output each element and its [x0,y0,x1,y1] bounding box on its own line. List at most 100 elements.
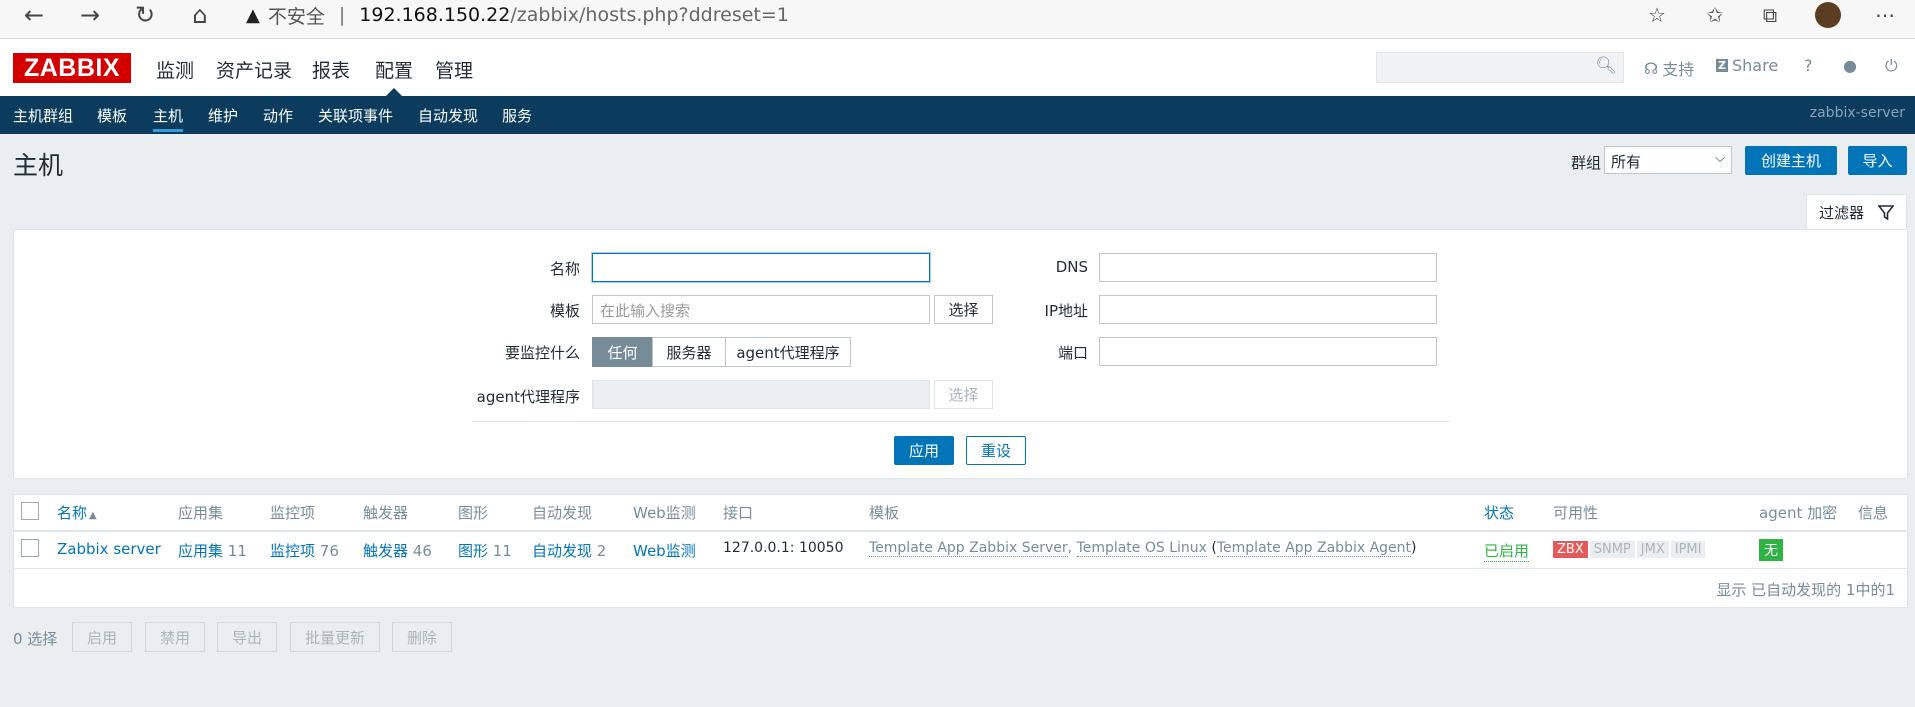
ipmi-badge: IPMI [1670,541,1706,558]
subnav-maintenance[interactable]: 维护 [208,105,238,126]
template-link[interactable]: Template OS Linux [1076,540,1207,557]
monitor-label: 要监控什么 [504,344,580,362]
headset-icon: ☊ [1644,58,1659,78]
applications-link[interactable]: 应用集 [178,542,223,560]
host-name-link[interactable]: Zabbix server [57,540,161,558]
graphs-link[interactable]: 图形 [458,542,488,560]
enable-button[interactable]: 启用 [72,622,132,652]
selected-count: 0 选择 [13,630,58,648]
monitor-any-option[interactable]: 任何 [592,337,653,367]
topnav-reports[interactable]: 报表 [312,56,350,83]
disable-button[interactable]: 禁用 [145,622,205,652]
subnav-actions[interactable]: 动作 [263,105,293,126]
row-divider [13,568,1908,569]
topnav-configuration[interactable]: 配置 [375,56,413,98]
column-header-status[interactable]: 状态 [1484,502,1514,523]
filter-divider [472,421,1449,422]
back-arrow-icon[interactable]: ← [14,0,54,30]
template-input[interactable]: 在此输入搜索 [592,295,930,324]
proxy-select-button: 选择 [934,380,993,409]
more-menu-icon[interactable]: ⋯ [1865,0,1905,30]
column-header-triggers: 触发器 [363,504,409,522]
server-name: zabbix-server [1809,105,1905,121]
export-button[interactable]: 导出 [217,622,277,652]
topnav-inventory[interactable]: 资产记录 [216,56,292,83]
share-link[interactable]: Z Share [1716,56,1778,75]
reload-icon[interactable]: ↻ [125,0,165,30]
create-host-button[interactable]: 创建主机 [1745,146,1837,175]
snmp-badge: SNMP [1589,541,1635,558]
group-select[interactable]: 所有 ⌵ [1604,146,1732,174]
delete-button[interactable]: 删除 [392,622,452,652]
forward-arrow-icon[interactable]: → [70,0,110,30]
favorites-icon[interactable]: ✩ [1695,0,1735,30]
search-icon[interactable]: 🔍︎ [1595,56,1617,76]
subnav-hosts[interactable]: 主机 [153,105,184,132]
port-input[interactable] [1099,337,1437,366]
reset-button[interactable]: 重设 [966,436,1026,465]
monitor-server-option[interactable]: 服务器 [652,337,726,367]
avatar[interactable] [1815,2,1841,28]
help-icon[interactable]: ? [1804,56,1813,75]
column-header-templates: 模板 [869,504,900,522]
topnav-monitoring[interactable]: 监测 [156,56,194,83]
mass-update-button[interactable]: 批量更新 [290,622,380,652]
user-profile-icon[interactable]: ● [1843,56,1857,75]
monitor-proxy-option[interactable]: agent代理程序 [725,337,851,367]
apply-button[interactable]: 应用 [894,436,954,465]
template-link[interactable]: Template App Zabbix Server [869,540,1068,557]
logout-icon[interactable]: ⏻ [1885,56,1898,76]
row-checkbox[interactable] [21,539,39,557]
subnav-templates[interactable]: 模板 [97,105,127,126]
dns-input[interactable] [1099,253,1437,282]
encryption-badge: 无 [1759,539,1783,561]
web-link[interactable]: Web监测 [633,540,696,561]
header-divider [13,530,1908,532]
import-button[interactable]: 导入 [1848,146,1907,175]
table-footer: 显示 已自动发现的 1中的1 [1716,581,1895,599]
name-label: 名称 [549,260,580,278]
templates-cell: Template App Zabbix Server, Template OS … [869,540,1417,557]
column-header-info: 信息 [1858,504,1889,522]
items-link[interactable]: 监控项 [270,542,315,560]
column-header-discovery: 自动发现 [532,504,593,522]
port-label: 端口 [1057,344,1088,362]
filter-tab[interactable]: 过滤器 [1806,194,1907,230]
topnav-administration[interactable]: 管理 [435,56,473,83]
column-header-name[interactable]: 名称 ▲ [57,502,97,523]
discovery-link[interactable]: 自动发现 [532,542,592,560]
name-input[interactable] [592,253,930,282]
subnav-services[interactable]: 服务 [502,105,532,126]
interface-value: 127.0.0.1: 10050 [723,540,844,556]
url-host: 192.168.150.22 [359,4,511,26]
page-title: 主机 [13,151,64,180]
add-favorite-icon[interactable]: ☆ [1637,0,1677,30]
ip-input[interactable] [1099,295,1437,324]
select-all-checkbox[interactable] [21,502,39,520]
column-header-graphs: 图形 [458,504,489,522]
zabbix-logo[interactable]: ZABBIX [13,53,131,83]
global-search-input[interactable]: 🔍︎ [1376,52,1624,83]
zbx-badge: ZBX [1553,541,1588,558]
availability-badges: ZBX SNMP JMX IPMI [1553,539,1707,558]
column-header-web: Web监测 [633,504,696,522]
proxy-input [592,380,930,409]
ip-label: IP地址 [1044,302,1088,320]
subnav-host-groups[interactable]: 主机群组 [13,105,73,126]
subnav-discovery[interactable]: 自动发现 [418,105,478,126]
column-header-applications: 应用集 [178,504,224,522]
proxy-label: agent代理程序 [476,388,580,406]
column-header-availability: 可用性 [1553,504,1599,522]
triggers-link[interactable]: 触发器 [363,542,408,560]
home-icon[interactable]: ⌂ [180,0,220,30]
status-enabled-link[interactable]: 已启用 [1484,540,1530,562]
address-bar[interactable]: ▲ 不安全 | 192.168.150.22/zabbix/hosts.php?… [246,1,789,29]
filter-icon [1878,204,1895,220]
jmx-badge: JMX [1636,541,1669,558]
support-link[interactable]: ☊ 支持 [1644,56,1694,80]
share-z-icon: Z [1716,59,1728,72]
collections-icon[interactable]: ⧉ [1750,0,1790,30]
subnav-correlation[interactable]: 关联项事件 [318,105,393,126]
template-link[interactable]: Template App Zabbix Agent [1216,540,1412,557]
group-label: 群组 [1571,154,1602,172]
